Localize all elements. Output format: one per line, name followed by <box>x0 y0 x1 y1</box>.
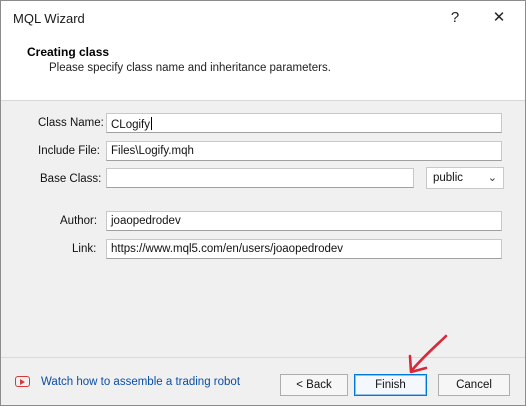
base-class-input[interactable] <box>106 168 414 188</box>
author-value: joaopedrodev <box>111 215 181 227</box>
help-icon: ? <box>450 9 460 26</box>
include-file-label: Include File: <box>38 145 101 157</box>
access-modifier-value: public <box>433 172 464 184</box>
class-name-value: CLogify <box>111 119 150 131</box>
author-label: Author: <box>60 215 98 227</box>
chevron-down-icon: ⌄ <box>487 172 497 184</box>
close-icon: ✕ <box>492 9 506 26</box>
base-class-label: Base Class: <box>40 173 102 185</box>
page-title: Creating class <box>27 45 110 59</box>
dialog-footer: Watch how to assemble a trading robot < … <box>1 357 525 405</box>
video-play-icon[interactable] <box>15 376 30 387</box>
include-file-input[interactable]: Files\Logify.mqh <box>106 141 502 161</box>
watch-video-link[interactable]: Watch how to assemble a trading robot <box>41 376 240 388</box>
include-file-value: Files\Logify.mqh <box>111 145 194 157</box>
finish-button[interactable]: Finish <box>354 374 427 396</box>
text-caret <box>151 117 152 130</box>
form-area: Class Name: CLogify Include File: Files\… <box>1 102 525 357</box>
window-title: MQL Wizard <box>13 11 85 26</box>
page-subtitle: Please specify class name and inheritanc… <box>49 62 331 74</box>
link-value: https://www.mql5.com/en/users/joaopedrod… <box>111 243 344 255</box>
title-bar: MQL Wizard ? ✕ <box>1 1 525 35</box>
close-button[interactable]: ✕ <box>479 5 519 31</box>
author-input[interactable]: joaopedrodev <box>106 211 502 231</box>
cancel-button[interactable]: Cancel <box>438 374 510 396</box>
back-button[interactable]: < Back <box>280 374 348 396</box>
mql-wizard-dialog: MQL Wizard ? ✕ Creating class Please spe… <box>0 0 526 406</box>
link-label: Link: <box>72 243 97 255</box>
help-button[interactable]: ? <box>435 5 475 31</box>
wizard-header: Creating class Please specify class name… <box>1 35 525 101</box>
class-name-label: Class Name: <box>38 117 104 129</box>
link-input[interactable]: https://www.mql5.com/en/users/joaopedrod… <box>106 239 502 259</box>
access-modifier-select[interactable]: public ⌄ <box>426 167 504 189</box>
class-name-input[interactable]: CLogify <box>106 113 502 133</box>
